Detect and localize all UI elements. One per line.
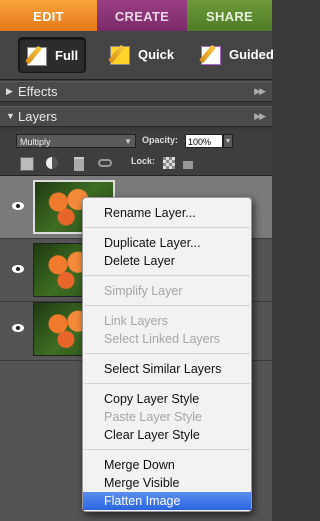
lock-icon[interactable]: [183, 161, 193, 169]
workspace-tabs: EDIT CREATE SHARE: [0, 0, 272, 31]
menu-separator: [84, 383, 250, 384]
guided-mode-button[interactable]: Guided: [193, 37, 274, 71]
full-mode-button[interactable]: Full: [18, 37, 86, 73]
layers-panel-title: Layers: [18, 109, 58, 124]
layers-panel-header[interactable]: ▼ Layers ▶▶: [0, 106, 272, 127]
adjustment-layer-icon[interactable]: [46, 157, 58, 169]
menu-separator: [84, 227, 250, 228]
eye-icon[interactable]: [12, 324, 24, 332]
tab-share[interactable]: SHARE: [187, 0, 272, 31]
collapse-triangle-icon: ▼: [6, 111, 15, 121]
menu-separator: [84, 275, 250, 276]
menu-separator: [84, 449, 250, 450]
full-mode-label: Full: [55, 47, 79, 63]
tab-create[interactable]: CREATE: [97, 0, 187, 31]
guided-edit-icon: [199, 44, 223, 65]
panel-menu-icon[interactable]: ▶▶: [254, 82, 266, 101]
layer-tools-bar: Lock:: [0, 151, 272, 176]
eye-icon[interactable]: [12, 202, 24, 210]
trash-icon[interactable]: [74, 157, 84, 171]
menu-item-link-layers: Link Layers: [104, 314, 168, 328]
opacity-input[interactable]: 100%: [185, 134, 223, 148]
lock-transparency-icon[interactable]: [163, 157, 175, 169]
menu-separator: [84, 353, 250, 354]
opacity-dropdown-icon[interactable]: ▼: [223, 134, 233, 148]
layer-context-menu: Rename Layer... Duplicate Layer... Delet…: [82, 197, 252, 512]
eye-icon[interactable]: [12, 265, 24, 273]
effects-panel-title: Effects: [18, 84, 58, 99]
menu-item-flatten-image[interactable]: Flatten Image: [83, 492, 251, 510]
expand-triangle-icon: ▶: [6, 86, 13, 96]
menu-separator: [84, 305, 250, 306]
guided-mode-label: Guided: [229, 46, 274, 62]
chevron-down-icon: ▼: [124, 137, 132, 146]
blend-mode-select[interactable]: Multiply ▼: [16, 134, 136, 148]
layer-options-bar: Multiply ▼ Opacity: 100% ▼: [0, 131, 272, 151]
menu-item-merge-down[interactable]: Merge Down: [83, 456, 251, 474]
quick-mode-label: Quick: [138, 46, 175, 62]
menu-item-simplify-layer: Simplify Layer: [104, 284, 183, 298]
menu-item-clear-layer-style[interactable]: Clear Layer Style: [83, 426, 251, 444]
quick-edit-icon: [108, 44, 132, 65]
full-edit-icon: [25, 45, 49, 66]
menu-item-rename-layer[interactable]: Rename Layer...: [83, 204, 251, 222]
lock-label: Lock:: [131, 156, 156, 166]
quick-mode-button[interactable]: Quick: [102, 37, 174, 71]
menu-item-select-similar-layers[interactable]: Select Similar Layers: [83, 360, 251, 378]
panel-menu-icon[interactable]: ▶▶: [254, 107, 266, 126]
link-icon[interactable]: [98, 159, 112, 167]
menu-item-copy-layer-style[interactable]: Copy Layer Style: [83, 390, 251, 408]
menu-item-delete-layer[interactable]: Delete Layer: [83, 252, 251, 270]
menu-item-paste-layer-style: Paste Layer Style: [104, 410, 202, 424]
effects-panel-header[interactable]: ▶ Effects ▶▶: [0, 81, 272, 102]
new-layer-icon[interactable]: [20, 157, 34, 171]
opacity-label: Opacity:: [142, 135, 179, 145]
menu-item-merge-visible[interactable]: Merge Visible: [83, 474, 251, 492]
blend-mode-value: Multiply: [20, 137, 51, 147]
menu-item-duplicate-layer[interactable]: Duplicate Layer...: [83, 234, 251, 252]
edit-mode-bar: Full Quick Guided: [0, 31, 274, 80]
tab-edit[interactable]: EDIT: [0, 0, 97, 31]
menu-item-select-linked-layers: Select Linked Layers: [104, 332, 221, 346]
